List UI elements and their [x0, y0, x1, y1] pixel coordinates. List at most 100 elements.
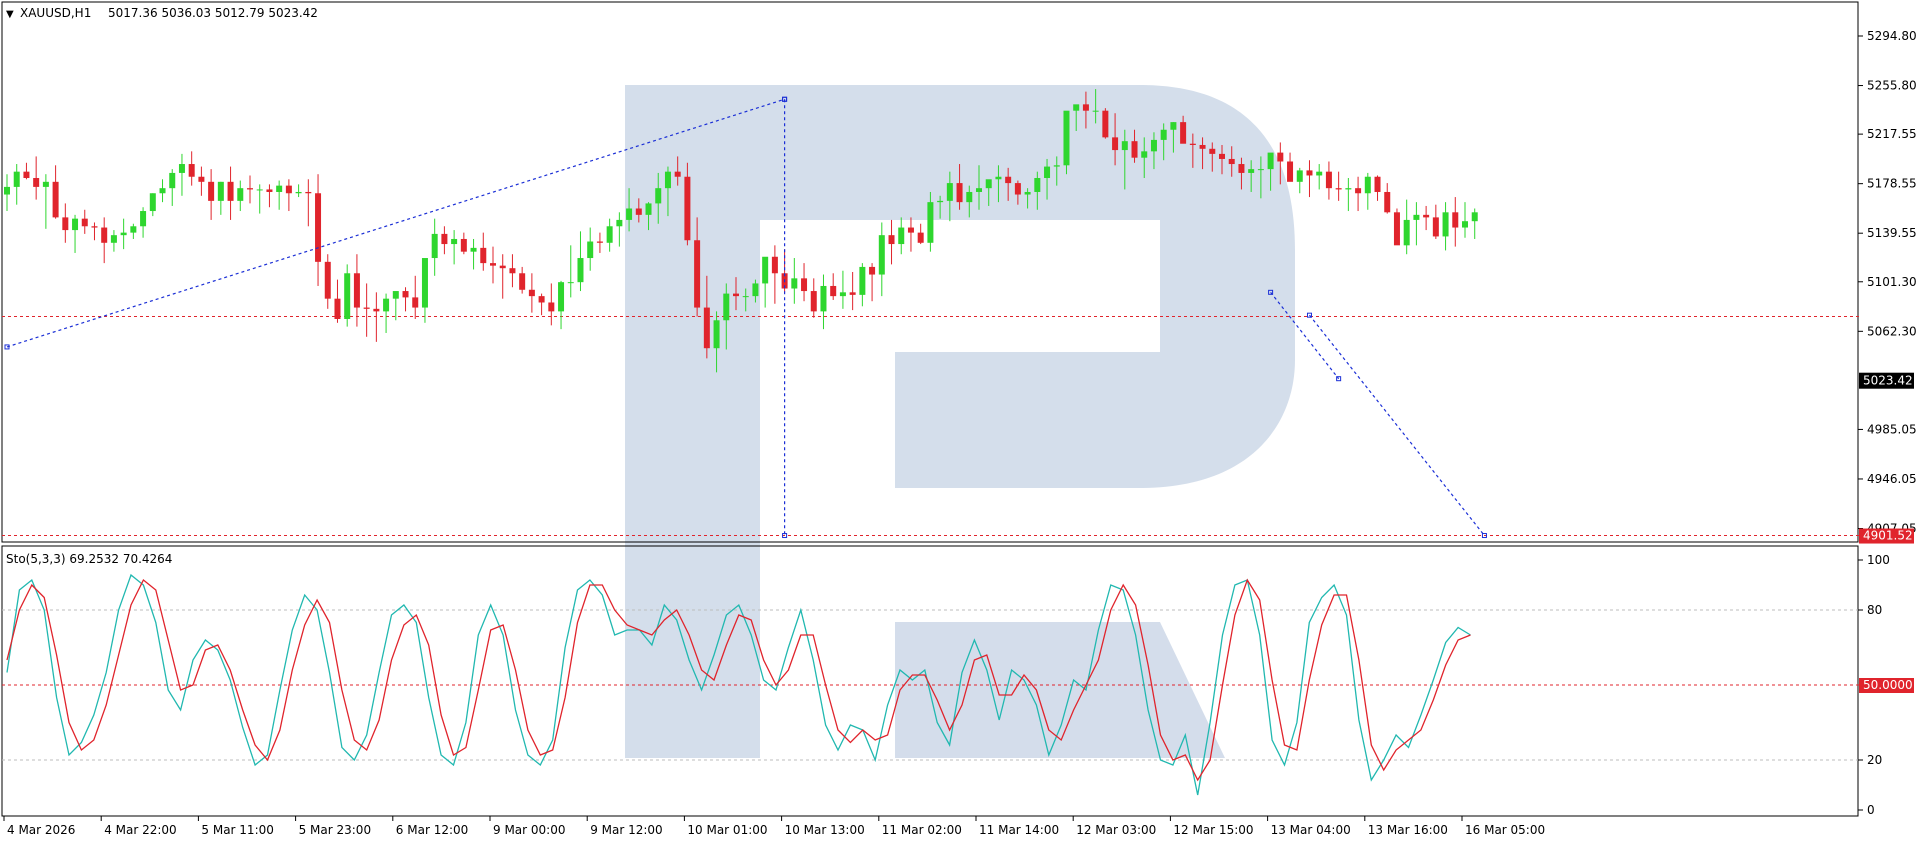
candle-body: [4, 186, 10, 195]
candle-body: [1131, 141, 1138, 158]
candle-body: [976, 188, 982, 192]
time-tick-label: 10 Mar 01:00: [687, 823, 767, 837]
candle-body: [441, 233, 448, 245]
candle-body: [159, 188, 166, 194]
candle-body: [626, 208, 633, 220]
oscillator-tick-label: 100: [1867, 553, 1890, 567]
candle-body: [1296, 170, 1303, 182]
candle-body: [927, 202, 934, 243]
candle-body: [1209, 148, 1216, 154]
candle-body: [587, 241, 594, 259]
time-tick-label: 11 Mar 14:00: [979, 823, 1059, 837]
candle-body: [616, 219, 623, 227]
candle-body: [62, 217, 69, 231]
candle-body: [519, 273, 526, 290]
candle-body: [791, 278, 798, 289]
candle-body: [1316, 171, 1323, 176]
candle-body: [1160, 129, 1167, 140]
candle-body: [985, 179, 992, 189]
candle-body: [1170, 122, 1177, 130]
candle-body: [558, 282, 565, 312]
candle-body: [1053, 165, 1060, 167]
candle-body: [1325, 171, 1332, 189]
candle-body: [713, 320, 720, 349]
level-price-label: 4901.52: [1863, 529, 1913, 543]
price-tick-label: 5062.30: [1867, 324, 1916, 338]
candle-body: [412, 297, 419, 308]
candle-body: [937, 200, 944, 203]
price-tick-label: 4985.05: [1867, 422, 1916, 436]
candle-body: [810, 291, 817, 312]
candle-body: [149, 193, 156, 212]
candle-body: [888, 235, 895, 245]
candle-body: [247, 188, 253, 190]
candle-body: [198, 176, 205, 182]
current-price-label: 5023.42: [1863, 374, 1913, 388]
candle-body: [227, 181, 234, 201]
candle-body: [237, 188, 244, 201]
candle-body: [723, 293, 730, 321]
candle-body: [1462, 221, 1468, 228]
candle-body: [1228, 158, 1235, 165]
candle-body: [820, 285, 827, 312]
candle-body: [509, 268, 516, 274]
candle-body: [859, 266, 866, 295]
candle-body: [392, 291, 399, 299]
candle-body: [907, 227, 914, 233]
candle-body: [577, 258, 584, 283]
candle-body: [849, 292, 856, 295]
candle-body: [946, 183, 953, 201]
candle-body: [285, 185, 292, 194]
candle-body: [1063, 110, 1070, 166]
candle-body: [81, 218, 88, 227]
candle-body: [1393, 212, 1400, 246]
candle-body: [742, 296, 749, 298]
candle-body: [470, 247, 477, 252]
candle-body: [1423, 214, 1430, 218]
candle-body: [1306, 170, 1313, 176]
chart-menu-icon[interactable]: ▼: [6, 9, 14, 20]
time-tick-label: 12 Mar 15:00: [1173, 823, 1253, 837]
candle-body: [276, 185, 283, 192]
candle-body: [1364, 176, 1371, 194]
candle-body: [1413, 214, 1420, 220]
price-tick-label: 5139.55: [1867, 226, 1916, 240]
candle-body: [956, 183, 963, 203]
candle-body: [1257, 169, 1264, 171]
time-tick-label: 12 Mar 03:00: [1076, 823, 1156, 837]
candle-body: [344, 273, 351, 319]
candle-body: [295, 191, 302, 194]
candle-body: [208, 181, 215, 201]
time-tick-label: 5 Mar 23:00: [299, 823, 372, 837]
time-axis: 4 Mar 2026 4 Mar 22:00 5 Mar 11:00 5 Mar 23…: [3, 816, 1545, 837]
price-chart[interactable]: 5294.80 5255.80 5217.55 5178.55 5139.55 5101.…: [0, 0, 1916, 840]
candle-body: [52, 181, 59, 218]
candle-body: [1335, 188, 1342, 190]
candle-body: [839, 292, 846, 297]
candle-body: [655, 188, 662, 204]
time-tick-label: 4 Mar 22:00: [104, 823, 177, 837]
candle-body: [752, 283, 759, 297]
candle-body: [878, 235, 885, 275]
time-tick-label: 11 Mar 02:00: [882, 823, 962, 837]
candle-body: [1248, 169, 1255, 173]
time-tick-label: 13 Mar 04:00: [1271, 823, 1351, 837]
oscillator-tick-label: 20: [1867, 753, 1882, 767]
time-tick-label: 9 Mar 00:00: [493, 823, 566, 837]
candle-body: [1112, 137, 1119, 151]
oscillator-level-label: 50.0000: [1863, 678, 1913, 692]
candle-body: [353, 273, 360, 308]
candle-body: [178, 164, 185, 173]
price-tick-label: 5101.30: [1867, 275, 1916, 289]
candle-body: [140, 211, 147, 227]
candle-body: [1345, 188, 1352, 190]
candle-body: [1180, 122, 1187, 144]
candle-body: [664, 171, 671, 189]
candle-body: [72, 218, 79, 231]
candle-body: [596, 241, 603, 243]
ohlc-header: 5017.36 5036.03 5012.79 5023.42: [108, 6, 318, 20]
candle-body: [606, 226, 613, 243]
candle-body: [917, 232, 924, 243]
candle-body: [490, 263, 496, 266]
price-tick-label: 5178.55: [1867, 177, 1916, 191]
